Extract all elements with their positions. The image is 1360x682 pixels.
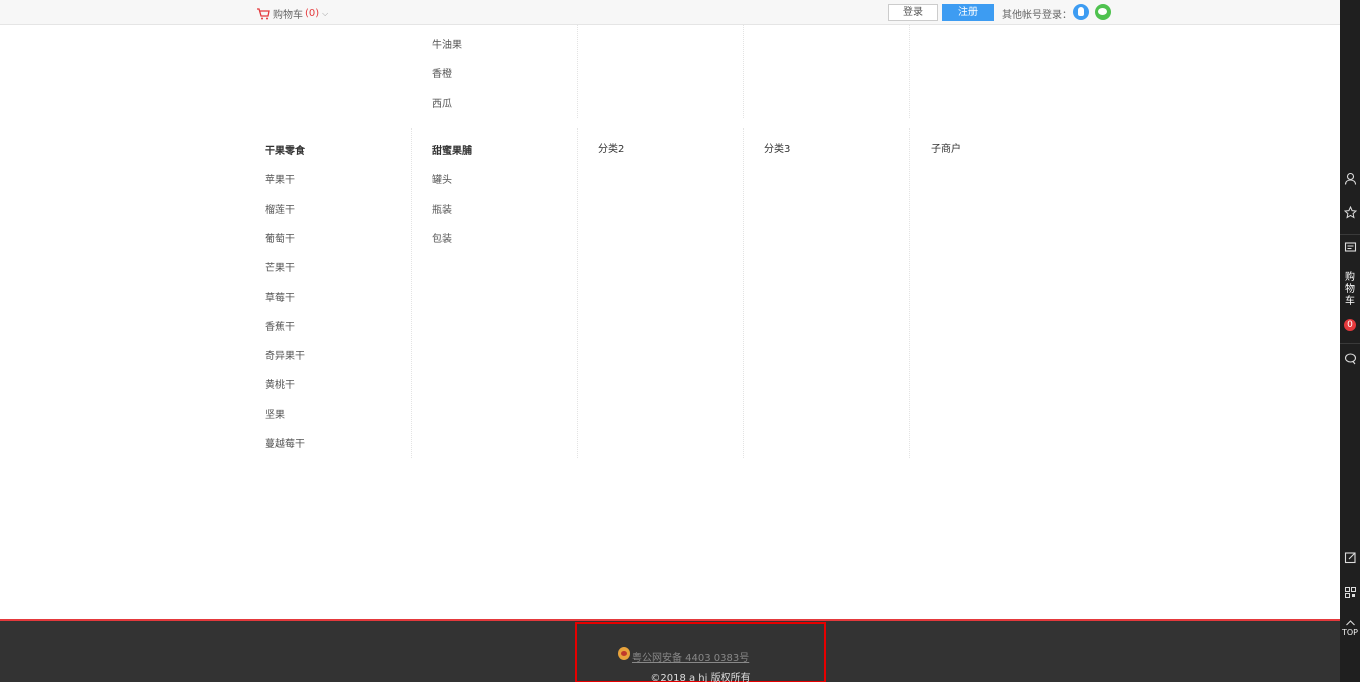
column-divider (743, 128, 744, 458)
register-button[interactable]: 注册 (942, 4, 994, 21)
category-item[interactable]: 香橙 (432, 65, 452, 80)
column-divider (743, 25, 744, 118)
chat-icon[interactable] (1340, 352, 1360, 365)
category-item[interactable]: 蔓越莓干 (265, 435, 305, 450)
category-item[interactable]: 芒果干 (265, 259, 295, 274)
copyright-text: ©2018 a hj 版权所有 (650, 673, 751, 682)
category-item[interactable]: 西瓜 (432, 95, 452, 110)
category-heading-sub-merchant[interactable]: 子商户 (931, 140, 961, 155)
category-item[interactable]: 香蕉干 (265, 318, 295, 333)
star-icon[interactable] (1340, 206, 1360, 219)
category-heading-3[interactable]: 分类3 (764, 140, 790, 155)
sidebar-divider (1340, 234, 1360, 235)
category-heading-2[interactable]: 分类2 (598, 140, 624, 155)
other-login-label: 其他帐号登录： (1002, 10, 1072, 21)
column-divider (909, 25, 910, 118)
record-link[interactable]: 粤公网安备 4403 0383号 (632, 649, 749, 664)
qq-login-icon[interactable] (1073, 4, 1089, 20)
edit-icon[interactable] (1340, 551, 1360, 564)
category-heading-preserved-fruit[interactable]: 甜蜜果脯 (432, 142, 472, 157)
sidebar-divider (1340, 343, 1360, 344)
top-bar: 购物车 (0) ⌵ 登录 注册 其他帐号登录： (0, 0, 1340, 25)
category-item[interactable]: 坚果 (265, 406, 285, 421)
category-item[interactable]: 奇异果干 (265, 347, 305, 362)
right-sidebar: 购物车 0 TOP (1340, 0, 1360, 682)
police-badge-icon (618, 647, 630, 660)
category-heading-dried-fruit[interactable]: 干果零食 (265, 142, 305, 157)
back-to-top-label[interactable]: TOP (1340, 628, 1360, 637)
cart-count: (0) (305, 8, 320, 19)
category-item[interactable]: 黄桃干 (265, 376, 295, 391)
category-item[interactable]: 葡萄干 (265, 230, 295, 245)
message-icon[interactable] (1340, 241, 1360, 254)
chevron-down-icon: ⌵ (322, 8, 329, 18)
category-item[interactable]: 草莓干 (265, 289, 295, 304)
column-divider (577, 128, 578, 458)
wechat-login-icon[interactable] (1095, 4, 1111, 20)
footer: 粤公网安备 4403 0383号 ©2018 a hj 版权所有 (0, 619, 1340, 682)
category-item[interactable]: 瓶装 (432, 201, 452, 216)
user-icon[interactable] (1340, 172, 1360, 185)
cart-link[interactable]: 购物车 (0) ⌵ (256, 6, 328, 21)
category-item[interactable]: 苹果干 (265, 171, 295, 186)
footer-highlight-box: 粤公网安备 4403 0383号 ©2018 a hj 版权所有 (575, 622, 826, 682)
category-item[interactable]: 牛油果 (432, 36, 462, 51)
category-item[interactable]: 罐头 (432, 171, 452, 186)
qr-code-icon[interactable] (1340, 586, 1360, 599)
cart-icon (257, 7, 270, 19)
cart-label: 购物车 (273, 10, 303, 21)
column-divider (411, 128, 412, 458)
column-divider (909, 128, 910, 458)
category-item[interactable]: 包装 (432, 230, 452, 245)
column-divider (577, 25, 578, 118)
sidebar-cart-badge: 0 (1344, 319, 1356, 331)
sidebar-cart-label[interactable]: 购物车 (1340, 272, 1360, 308)
category-item[interactable]: 榴莲干 (265, 201, 295, 216)
login-button[interactable]: 登录 (888, 4, 938, 21)
